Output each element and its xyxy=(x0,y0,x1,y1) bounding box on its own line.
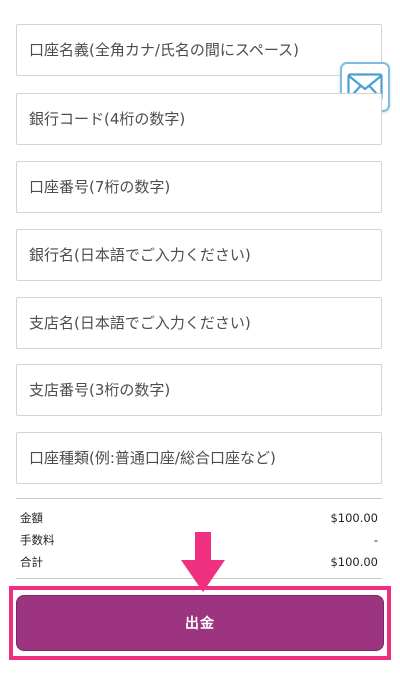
bank-code-field[interactable] xyxy=(16,93,382,145)
bank-code-input[interactable] xyxy=(29,110,381,128)
account-number-input[interactable] xyxy=(29,178,381,196)
account-type-input[interactable] xyxy=(29,449,381,467)
bank-name-input[interactable] xyxy=(29,246,381,264)
branch-name-input[interactable] xyxy=(29,314,381,332)
amount-value: $100.00 xyxy=(330,511,378,525)
account-type-field[interactable] xyxy=(16,432,382,484)
branch-number-input[interactable] xyxy=(29,381,381,399)
account-number-field[interactable] xyxy=(16,161,382,213)
withdraw-button-label: 出金 xyxy=(185,616,215,632)
fee-label: 手数料 xyxy=(20,533,55,547)
withdraw-button[interactable]: 出金 xyxy=(16,595,384,651)
summary-top-divider xyxy=(16,498,382,499)
amount-row: 金額 $100.00 xyxy=(20,509,378,527)
account-holder-name-field[interactable] xyxy=(16,24,382,76)
bank-name-field[interactable] xyxy=(16,229,382,281)
withdrawal-form-page: 金額 $100.00 手数料 - 合計 $100.00 出金 xyxy=(0,0,400,680)
account-holder-name-input[interactable] xyxy=(29,41,381,59)
total-label: 合計 xyxy=(20,555,43,569)
fee-value: - xyxy=(373,533,378,547)
total-value: $100.00 xyxy=(330,555,378,569)
branch-name-field[interactable] xyxy=(16,297,382,349)
arrow-down-icon xyxy=(181,532,225,592)
amount-label: 金額 xyxy=(20,511,43,525)
branch-number-field[interactable] xyxy=(16,364,382,416)
